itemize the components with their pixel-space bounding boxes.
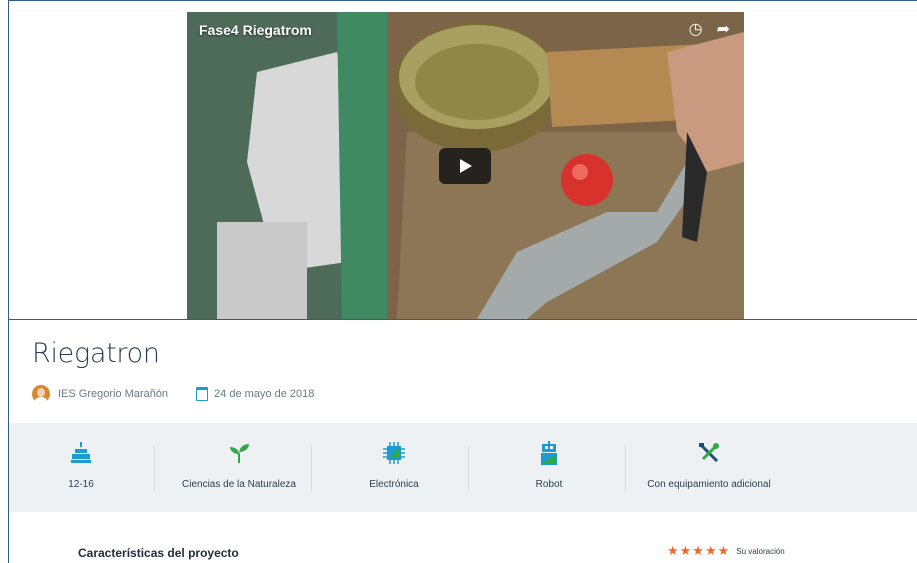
project-tags: 12-16 Ciencias de la Naturaleza Electrón… [9,423,917,512]
avatar [32,385,50,403]
share-icon[interactable]: ➦ [717,21,730,39]
tag-label: Con equipamiento adicional [647,479,771,490]
rating-label: Su valoración [736,546,785,556]
tag-age[interactable]: 12-16 [41,423,121,512]
tag-label: 12-16 [68,479,94,490]
tools-icon [699,443,719,463]
tag-subject[interactable]: Ciencias de la Naturaleza [169,423,309,512]
cake-icon [71,442,91,463]
tag-separator [154,446,155,491]
sprout-icon [230,444,249,463]
tag-robot[interactable]: Robot [499,423,599,512]
clock-icon[interactable]: ◷ [689,21,703,39]
project-meta: IES Gregorio Marañón 24 de mayo de 2018 [32,385,314,403]
rating-stars[interactable]: ★★★★★ [667,543,730,559]
robot-icon [541,441,557,465]
rating[interactable]: ★★★★★ Su valoración [667,543,785,559]
video-title[interactable]: Fase4 Riegatrom [199,22,312,38]
tag-label: Electrónica [369,479,419,490]
tag-electronics[interactable]: Electrónica [334,423,454,512]
tag-equipment[interactable]: Con equipamiento adicional [634,423,784,512]
section-heading: Características del proyecto [78,546,239,560]
divider [9,319,917,320]
project-date: 24 de mayo de 2018 [214,388,315,400]
calendar-icon [196,387,209,401]
tag-label: Ciencias de la Naturaleza [182,479,296,490]
play-button[interactable] [439,148,491,184]
tag-separator [311,446,312,491]
tag-separator [468,446,469,491]
author-link[interactable]: IES Gregorio Marañón [58,388,168,400]
video-player[interactable]: Fase4 Riegatrom ◷ ➦ [187,12,744,319]
video-actions: ◷ ➦ [689,21,730,39]
tag-label: Robot [535,479,563,490]
chip-icon [383,442,405,464]
tag-separator [625,446,626,491]
page-title: Riegatron [32,338,160,369]
